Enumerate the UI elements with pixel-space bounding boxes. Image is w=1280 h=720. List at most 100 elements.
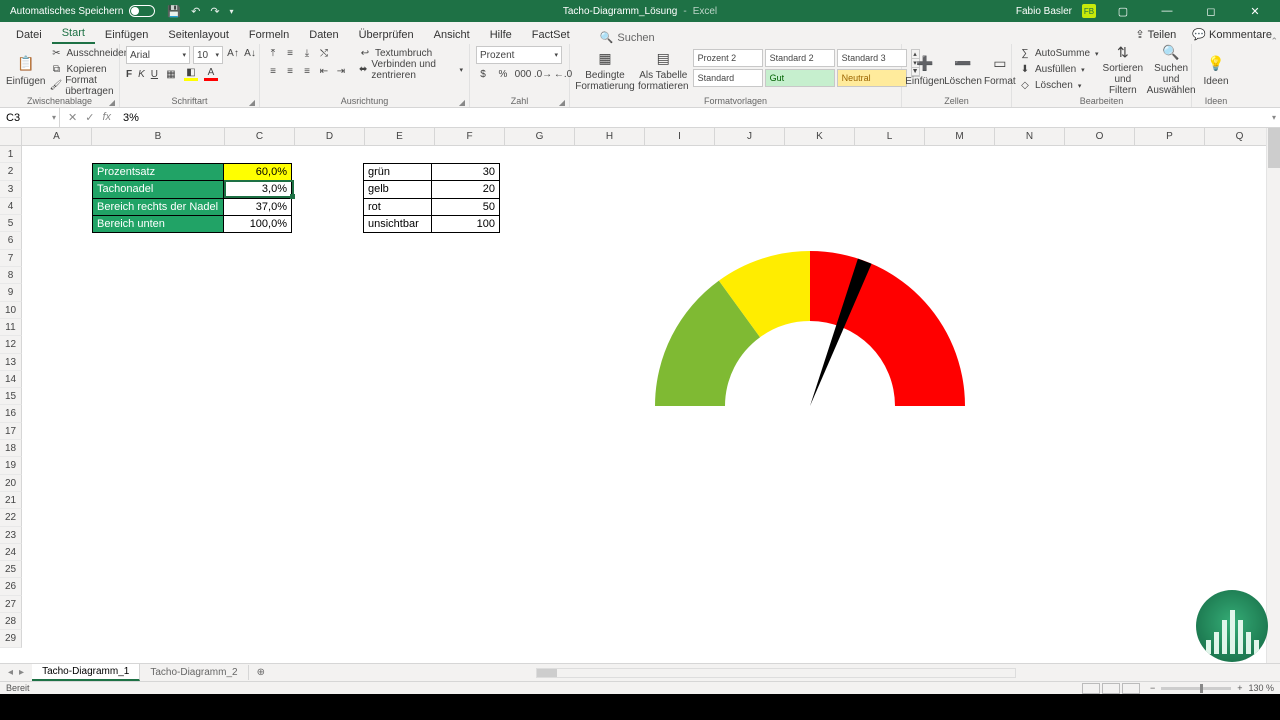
view-normal-icon[interactable] bbox=[1082, 683, 1100, 694]
row-head-23[interactable]: 23 bbox=[0, 527, 22, 544]
row-head-19[interactable]: 19 bbox=[0, 457, 22, 474]
orientation-icon[interactable]: ⤭ bbox=[317, 47, 331, 61]
cell-f4[interactable]: 50 bbox=[432, 198, 500, 215]
align-right-icon[interactable]: ≡ bbox=[300, 65, 314, 79]
col-head-A[interactable]: A bbox=[22, 128, 92, 145]
row-head-12[interactable]: 12 bbox=[0, 336, 22, 353]
cell-b3[interactable]: Tachonadel bbox=[93, 181, 224, 198]
row-head-28[interactable]: 28 bbox=[0, 613, 22, 630]
paste-button[interactable]: 📋Einfügen bbox=[6, 46, 45, 94]
tab-hilfe[interactable]: Hilfe bbox=[480, 25, 522, 44]
tab-ueberpruefen[interactable]: Überprüfen bbox=[349, 25, 424, 44]
save-icon[interactable]: 💾 bbox=[167, 5, 181, 18]
select-all-corner[interactable] bbox=[0, 128, 22, 145]
align-top-icon[interactable]: ⤒ bbox=[266, 47, 280, 61]
conditional-formatting-button[interactable]: ▦Bedingte Formatierung bbox=[576, 46, 634, 94]
col-head-I[interactable]: I bbox=[645, 128, 715, 145]
tab-start[interactable]: Start bbox=[52, 23, 95, 44]
font-name-select[interactable]: Arial▾ bbox=[126, 46, 190, 64]
cell-e3[interactable]: gelb bbox=[364, 181, 432, 198]
style-standard2[interactable]: Standard 2 bbox=[765, 49, 835, 67]
fill-color-button[interactable]: ◧ bbox=[184, 67, 198, 81]
tab-formeln[interactable]: Formeln bbox=[239, 25, 299, 44]
gauge-chart[interactable] bbox=[650, 246, 970, 426]
row-head-6[interactable]: 6 bbox=[0, 232, 22, 249]
format-cells-button[interactable]: ▭Format bbox=[984, 46, 1016, 94]
fx-icon[interactable]: fx bbox=[102, 111, 111, 124]
col-head-Q[interactable]: Q bbox=[1205, 128, 1275, 145]
grow-font-icon[interactable]: A↑ bbox=[226, 46, 240, 60]
align-left-icon[interactable]: ≡ bbox=[266, 65, 280, 79]
view-pagelayout-icon[interactable] bbox=[1102, 683, 1120, 694]
ribbon-display-icon[interactable]: ▢ bbox=[1106, 5, 1140, 18]
cell-f2[interactable]: 30 bbox=[432, 164, 500, 181]
user-name[interactable]: Fabio Basler bbox=[1016, 6, 1072, 17]
cell-e5[interactable]: unsichtbar bbox=[364, 215, 432, 232]
cell-f3[interactable]: 20 bbox=[432, 181, 500, 198]
row-head-24[interactable]: 24 bbox=[0, 544, 22, 561]
col-head-J[interactable]: J bbox=[715, 128, 785, 145]
row-head-8[interactable]: 8 bbox=[0, 267, 22, 284]
cell-styles-gallery[interactable]: Prozent 2 Standard 2 Standard 3 Standard… bbox=[693, 46, 907, 87]
cell-c4[interactable]: 37,0% bbox=[224, 198, 292, 215]
close-icon[interactable]: ✕ bbox=[1238, 5, 1272, 18]
row-head-29[interactable]: 29 bbox=[0, 630, 22, 647]
col-head-O[interactable]: O bbox=[1065, 128, 1135, 145]
cell-e4[interactable]: rot bbox=[364, 198, 432, 215]
indent-right-icon[interactable]: ⇥ bbox=[334, 65, 348, 79]
tab-daten[interactable]: Daten bbox=[299, 25, 348, 44]
row-head-25[interactable]: 25 bbox=[0, 561, 22, 578]
row-head-7[interactable]: 7 bbox=[0, 250, 22, 267]
align-middle-icon[interactable]: ≡ bbox=[283, 47, 297, 61]
vertical-scrollbar[interactable] bbox=[1266, 128, 1280, 663]
row-head-15[interactable]: 15 bbox=[0, 388, 22, 405]
find-select-button[interactable]: 🔍Suchen und Auswählen bbox=[1147, 46, 1195, 94]
cell-b4[interactable]: Bereich rechts der Nadel bbox=[93, 198, 224, 215]
font-color-button[interactable]: A bbox=[204, 67, 218, 81]
row-head-21[interactable]: 21 bbox=[0, 492, 22, 509]
col-head-D[interactable]: D bbox=[295, 128, 365, 145]
row-head-10[interactable]: 10 bbox=[0, 302, 22, 319]
chevron-down-icon[interactable]: ▾ bbox=[52, 113, 56, 122]
autosum-button[interactable]: ∑AutoSumme▾ bbox=[1018, 46, 1099, 61]
formula-input[interactable]: 3% bbox=[119, 112, 1268, 124]
zoom-slider[interactable] bbox=[1161, 687, 1231, 690]
number-dialog-icon[interactable]: ◢ bbox=[559, 98, 565, 107]
add-sheet-button[interactable]: ⊕ bbox=[249, 667, 273, 678]
name-box[interactable]: C3▾ bbox=[0, 108, 60, 127]
row-head-17[interactable]: 17 bbox=[0, 423, 22, 440]
sheet-tab-2[interactable]: Tacho-Diagramm_2 bbox=[140, 665, 248, 680]
ideas-button[interactable]: 💡Ideen bbox=[1198, 46, 1234, 94]
zoom-level[interactable]: 130 % bbox=[1248, 683, 1274, 693]
dec-decimal-icon[interactable]: ←.0 bbox=[556, 67, 570, 81]
horizontal-scrollbar[interactable] bbox=[273, 668, 1280, 678]
row-head-22[interactable]: 22 bbox=[0, 509, 22, 526]
tab-datei[interactable]: Datei bbox=[6, 25, 52, 44]
zoom-in-icon[interactable]: + bbox=[1237, 683, 1242, 693]
row-head-16[interactable]: 16 bbox=[0, 405, 22, 422]
col-head-K[interactable]: K bbox=[785, 128, 855, 145]
qat-more-icon[interactable]: ▾ bbox=[230, 7, 234, 16]
maximize-icon[interactable]: ◻ bbox=[1194, 5, 1228, 18]
tab-factset[interactable]: FactSet bbox=[522, 25, 580, 44]
format-as-table-button[interactable]: ▤Als Tabelle formatieren bbox=[638, 46, 689, 94]
col-head-F[interactable]: F bbox=[435, 128, 505, 145]
style-gut[interactable]: Gut bbox=[765, 69, 835, 87]
row-head-1[interactable]: 1 bbox=[0, 146, 22, 163]
row-head-5[interactable]: 5 bbox=[0, 215, 22, 232]
style-standard3[interactable]: Standard 3 bbox=[837, 49, 907, 67]
tab-einfuegen[interactable]: Einfügen bbox=[95, 25, 158, 44]
zoom-out-icon[interactable]: − bbox=[1150, 683, 1155, 693]
row-head-11[interactable]: 11 bbox=[0, 319, 22, 336]
sheet-nav-prev-icon[interactable]: ◂ bbox=[8, 667, 13, 678]
col-head-B[interactable]: B bbox=[92, 128, 225, 145]
cell-c3[interactable]: 3,0% bbox=[224, 181, 292, 198]
col-head-G[interactable]: G bbox=[505, 128, 575, 145]
minimize-icon[interactable]: — bbox=[1150, 5, 1184, 17]
format-painter-button[interactable]: 🖌Format übertragen bbox=[49, 78, 129, 93]
col-head-P[interactable]: P bbox=[1135, 128, 1205, 145]
sort-filter-button[interactable]: ⇅Sortieren und Filtern bbox=[1103, 46, 1144, 94]
fill-button[interactable]: ⬇Ausfüllen▾ bbox=[1018, 62, 1099, 77]
row-head-2[interactable]: 2 bbox=[0, 163, 22, 180]
merge-center-button[interactable]: ⬌Verbinden und zentrieren▾ bbox=[358, 62, 463, 77]
